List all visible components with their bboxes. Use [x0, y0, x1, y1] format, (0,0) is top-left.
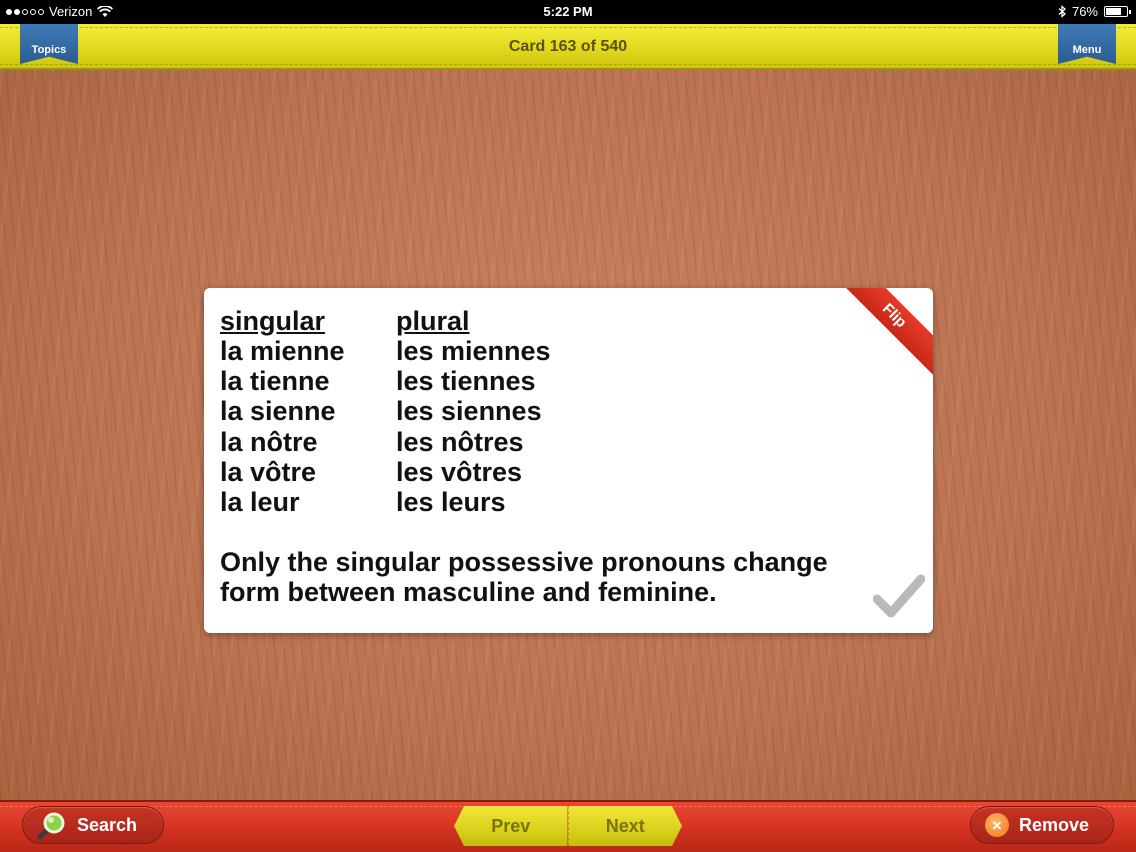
plural-column: plural les miennes les tiennes les sienn…	[396, 306, 551, 517]
bottom-bar: Search Prev Next × Remove	[0, 800, 1136, 852]
search-label: Search	[77, 814, 138, 835]
note-line: form between masculine and feminine.	[220, 577, 717, 607]
search-icon	[37, 810, 67, 840]
singular-item: la vôtre	[220, 456, 317, 487]
singular-column: singular la mienne la tienne la sienne l…	[220, 306, 348, 517]
plural-item: les tiennes	[396, 366, 536, 397]
singular-header: singular	[220, 306, 326, 336]
singular-item: la mienne	[220, 336, 345, 366]
plural-item: les miennes	[396, 336, 551, 366]
pronoun-table: singular la mienne la tienne la sienne l…	[220, 306, 551, 517]
prev-button[interactable]: Prev	[454, 806, 568, 846]
remove-button[interactable]: × Remove	[970, 806, 1114, 844]
checkmark-icon[interactable]	[873, 573, 925, 619]
remove-label: Remove	[1019, 814, 1090, 835]
card-note: Only the singular possessive pronouns ch…	[220, 547, 860, 607]
close-icon: ×	[985, 813, 1009, 837]
card-navigation: Prev Next	[454, 806, 682, 846]
next-button[interactable]: Next	[568, 806, 683, 846]
note-line: Only the singular possessive pronouns ch…	[220, 547, 828, 577]
singular-item: la leur	[220, 487, 300, 518]
singular-item: la tienne	[220, 366, 330, 397]
plural-item: les siennes	[396, 396, 542, 427]
plural-item: les nôtres	[396, 426, 524, 457]
flash-card[interactable]: Flip singular la mienne la tienne la sie…	[204, 288, 933, 633]
status-right: 76%	[1058, 4, 1131, 19]
plural-item: les leurs	[396, 487, 506, 518]
top-bar: Topics Card 163 of 540 Menu	[0, 24, 1136, 70]
status-bar: Verizon 5:22 PM 76%	[0, 0, 1136, 24]
search-button[interactable]: Search	[22, 806, 164, 844]
menu-button[interactable]: Menu	[1058, 24, 1116, 64]
bluetooth-icon	[1058, 5, 1066, 18]
card-counter: Card 163 of 540	[508, 38, 628, 55]
status-time: 5:22 PM	[543, 4, 593, 19]
singular-item: la sienne	[220, 396, 336, 427]
singular-item: la nôtre	[220, 426, 318, 457]
plural-header: plural	[396, 306, 470, 336]
battery-icon	[1104, 6, 1131, 17]
flip-button[interactable]: Flip	[831, 288, 933, 379]
plural-item: les vôtres	[396, 456, 523, 487]
battery-percent: 76%	[1071, 4, 1098, 19]
